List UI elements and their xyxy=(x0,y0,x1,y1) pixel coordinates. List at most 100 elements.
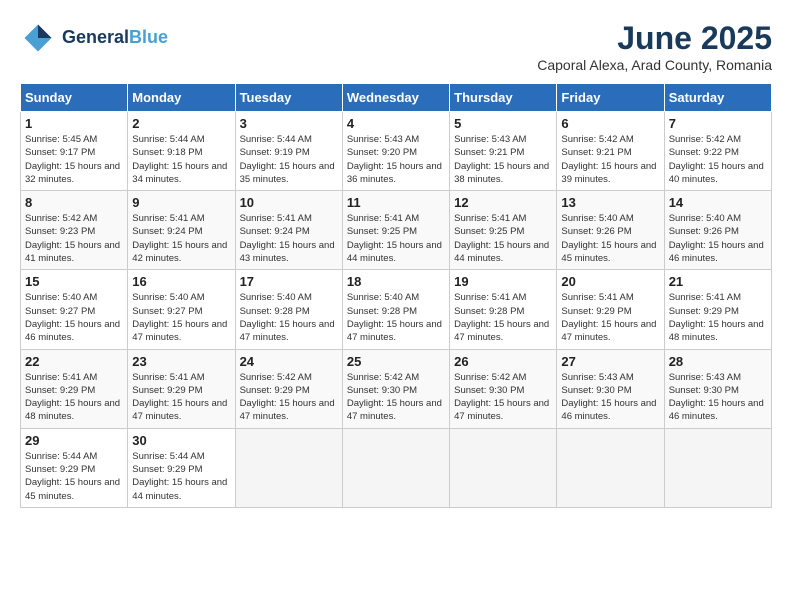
calendar-week-1: 1 Sunrise: 5:45 AMSunset: 9:17 PMDaylight… xyxy=(21,112,772,191)
calendar-header-saturday: Saturday xyxy=(664,84,771,112)
day-number: 13 xyxy=(561,195,659,210)
calendar-cell xyxy=(342,428,449,507)
day-number: 18 xyxy=(347,274,445,289)
calendar-cell: 6 Sunrise: 5:42 AMSunset: 9:21 PMDaylight… xyxy=(557,112,664,191)
header: GeneralBlue June 2025 Caporal Alexa, Ara… xyxy=(20,20,772,73)
calendar-cell: 23 Sunrise: 5:41 AMSunset: 9:29 PMDayligh… xyxy=(128,349,235,428)
calendar-cell: 28 Sunrise: 5:43 AMSunset: 9:30 PMDayligh… xyxy=(664,349,771,428)
calendar-cell xyxy=(557,428,664,507)
day-detail: Sunrise: 5:40 AMSunset: 9:26 PMDaylight:… xyxy=(561,212,659,265)
calendar-cell: 11 Sunrise: 5:41 AMSunset: 9:25 PMDayligh… xyxy=(342,191,449,270)
day-number: 28 xyxy=(669,354,767,369)
calendar-header-thursday: Thursday xyxy=(450,84,557,112)
day-detail: Sunrise: 5:41 AMSunset: 9:25 PMDaylight:… xyxy=(347,212,445,265)
day-number: 15 xyxy=(25,274,123,289)
day-detail: Sunrise: 5:43 AMSunset: 9:20 PMDaylight:… xyxy=(347,133,445,186)
day-detail: Sunrise: 5:42 AMSunset: 9:30 PMDaylight:… xyxy=(454,371,552,424)
day-number: 10 xyxy=(240,195,338,210)
day-number: 25 xyxy=(347,354,445,369)
day-number: 1 xyxy=(25,116,123,131)
day-number: 5 xyxy=(454,116,552,131)
day-detail: Sunrise: 5:40 AMSunset: 9:27 PMDaylight:… xyxy=(132,291,230,344)
calendar-cell: 30 Sunrise: 5:44 AMSunset: 9:29 PMDayligh… xyxy=(128,428,235,507)
day-detail: Sunrise: 5:43 AMSunset: 9:30 PMDaylight:… xyxy=(561,371,659,424)
calendar-cell: 5 Sunrise: 5:43 AMSunset: 9:21 PMDaylight… xyxy=(450,112,557,191)
day-detail: Sunrise: 5:43 AMSunset: 9:30 PMDaylight:… xyxy=(669,371,767,424)
calendar-header-tuesday: Tuesday xyxy=(235,84,342,112)
calendar-week-4: 22 Sunrise: 5:41 AMSunset: 9:29 PMDayligh… xyxy=(21,349,772,428)
calendar-cell: 12 Sunrise: 5:41 AMSunset: 9:25 PMDayligh… xyxy=(450,191,557,270)
calendar-cell: 27Sunrise: 5:43 AMSunset: 9:30 PMDayligh… xyxy=(557,349,664,428)
day-number: 23 xyxy=(132,354,230,369)
calendar-cell: 4 Sunrise: 5:43 AMSunset: 9:20 PMDaylight… xyxy=(342,112,449,191)
calendar-cell: 21 Sunrise: 5:41 AMSunset: 9:29 PMDayligh… xyxy=(664,270,771,349)
day-number: 26 xyxy=(454,354,552,369)
calendar-cell: 19 Sunrise: 5:41 AMSunset: 9:28 PMDayligh… xyxy=(450,270,557,349)
calendar-cell: 10 Sunrise: 5:41 AMSunset: 9:24 PMDayligh… xyxy=(235,191,342,270)
day-detail: Sunrise: 5:40 AMSunset: 9:28 PMDaylight:… xyxy=(240,291,338,344)
calendar-cell: 18 Sunrise: 5:40 AMSunset: 9:28 PMDayligh… xyxy=(342,270,449,349)
logo-icon xyxy=(20,20,56,56)
calendar-cell: 16 Sunrise: 5:40 AMSunset: 9:27 PMDayligh… xyxy=(128,270,235,349)
day-detail: Sunrise: 5:45 AMSunset: 9:17 PMDaylight:… xyxy=(25,133,123,186)
calendar-cell: 7Sunrise: 5:42 AMSunset: 9:22 PMDaylight… xyxy=(664,112,771,191)
day-detail: Sunrise: 5:41 AMSunset: 9:29 PMDaylight:… xyxy=(132,371,230,424)
day-detail: Sunrise: 5:41 AMSunset: 9:29 PMDaylight:… xyxy=(669,291,767,344)
calendar-cell: 20 Sunrise: 5:41 AMSunset: 9:29 PMDayligh… xyxy=(557,270,664,349)
calendar-cell: 15 Sunrise: 5:40 AMSunset: 9:27 PMDayligh… xyxy=(21,270,128,349)
day-number: 4 xyxy=(347,116,445,131)
day-number: 12 xyxy=(454,195,552,210)
calendar-week-5: 29Sunrise: 5:44 AMSunset: 9:29 PMDayligh… xyxy=(21,428,772,507)
calendar-header-friday: Friday xyxy=(557,84,664,112)
calendar-cell: 13 Sunrise: 5:40 AMSunset: 9:26 PMDayligh… xyxy=(557,191,664,270)
day-number: 30 xyxy=(132,433,230,448)
day-number: 20 xyxy=(561,274,659,289)
calendar-header-sunday: Sunday xyxy=(21,84,128,112)
day-detail: Sunrise: 5:42 AMSunset: 9:21 PMDaylight:… xyxy=(561,133,659,186)
day-number: 11 xyxy=(347,195,445,210)
day-detail: Sunrise: 5:42 AMSunset: 9:23 PMDaylight:… xyxy=(25,212,123,265)
calendar-cell: 14Sunrise: 5:40 AMSunset: 9:26 PMDayligh… xyxy=(664,191,771,270)
day-detail: Sunrise: 5:44 AMSunset: 9:29 PMDaylight:… xyxy=(132,450,230,503)
calendar-cell: 26 Sunrise: 5:42 AMSunset: 9:30 PMDayligh… xyxy=(450,349,557,428)
day-number: 6 xyxy=(561,116,659,131)
calendar-cell xyxy=(450,428,557,507)
day-detail: Sunrise: 5:41 AMSunset: 9:24 PMDaylight:… xyxy=(132,212,230,265)
day-detail: Sunrise: 5:42 AMSunset: 9:30 PMDaylight:… xyxy=(347,371,445,424)
day-detail: Sunrise: 5:43 AMSunset: 9:21 PMDaylight:… xyxy=(454,133,552,186)
calendar-cell: 2Sunrise: 5:44 AMSunset: 9:18 PMDaylight… xyxy=(128,112,235,191)
calendar-cell: 29Sunrise: 5:44 AMSunset: 9:29 PMDayligh… xyxy=(21,428,128,507)
calendar-cell: 24 Sunrise: 5:42 AMSunset: 9:29 PMDayligh… xyxy=(235,349,342,428)
logo-text: GeneralBlue xyxy=(62,28,168,48)
month-title: June 2025 xyxy=(537,20,772,57)
day-number: 14 xyxy=(669,195,767,210)
calendar-table: SundayMondayTuesdayWednesdayThursdayFrid… xyxy=(20,83,772,508)
day-detail: Sunrise: 5:41 AMSunset: 9:24 PMDaylight:… xyxy=(240,212,338,265)
day-detail: Sunrise: 5:41 AMSunset: 9:25 PMDaylight:… xyxy=(454,212,552,265)
location-subtitle: Caporal Alexa, Arad County, Romania xyxy=(537,57,772,73)
day-detail: Sunrise: 5:41 AMSunset: 9:29 PMDaylight:… xyxy=(561,291,659,344)
day-number: 17 xyxy=(240,274,338,289)
calendar-cell xyxy=(235,428,342,507)
calendar-cell: 1 Sunrise: 5:45 AMSunset: 9:17 PMDaylight… xyxy=(21,112,128,191)
day-number: 9 xyxy=(132,195,230,210)
day-number: 8 xyxy=(25,195,123,210)
day-number: 24 xyxy=(240,354,338,369)
calendar-header-wednesday: Wednesday xyxy=(342,84,449,112)
day-detail: Sunrise: 5:44 AMSunset: 9:29 PMDaylight:… xyxy=(25,450,123,503)
calendar-header-row: SundayMondayTuesdayWednesdayThursdayFrid… xyxy=(21,84,772,112)
day-detail: Sunrise: 5:40 AMSunset: 9:28 PMDaylight:… xyxy=(347,291,445,344)
day-detail: Sunrise: 5:44 AMSunset: 9:19 PMDaylight:… xyxy=(240,133,338,186)
day-number: 19 xyxy=(454,274,552,289)
day-number: 22 xyxy=(25,354,123,369)
day-number: 16 xyxy=(132,274,230,289)
day-detail: Sunrise: 5:40 AMSunset: 9:27 PMDaylight:… xyxy=(25,291,123,344)
day-number: 2 xyxy=(132,116,230,131)
day-detail: Sunrise: 5:41 AMSunset: 9:28 PMDaylight:… xyxy=(454,291,552,344)
day-detail: Sunrise: 5:41 AMSunset: 9:29 PMDaylight:… xyxy=(25,371,123,424)
day-number: 21 xyxy=(669,274,767,289)
day-detail: Sunrise: 5:42 AMSunset: 9:29 PMDaylight:… xyxy=(240,371,338,424)
calendar-cell: 3Sunrise: 5:44 AMSunset: 9:19 PMDaylight… xyxy=(235,112,342,191)
title-section: June 2025 Caporal Alexa, Arad County, Ro… xyxy=(537,20,772,73)
calendar-cell: 22 Sunrise: 5:41 AMSunset: 9:29 PMDayligh… xyxy=(21,349,128,428)
